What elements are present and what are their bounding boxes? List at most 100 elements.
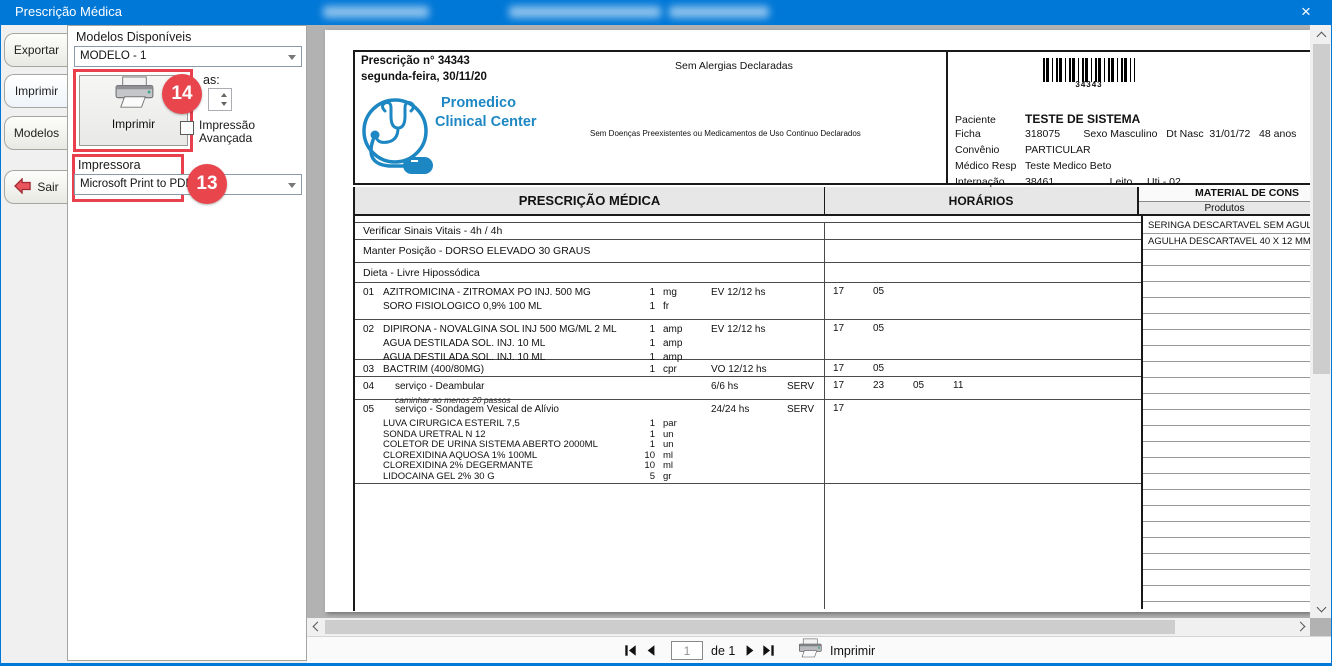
produto-row <box>1143 554 1310 570</box>
blurred-app-subtitle <box>509 6 661 18</box>
general-order-text: Dieta - Livre Hipossódica <box>363 267 480 279</box>
item-unit: fr <box>663 301 669 312</box>
item-lines: AZITROMICINA - ZITROMAX PO INJ. 500 MG1m… <box>355 287 824 315</box>
prescription-item-cell: 02DIPIRONA - NOVALGINA SOL INJ 500 MG/ML… <box>355 320 825 359</box>
sidebar-tab-label: Exportar <box>14 43 59 57</box>
header-divider <box>946 52 948 183</box>
copies-label: as: <box>203 73 220 87</box>
produto-row <box>1143 490 1310 506</box>
general-order-cell: Dieta - Livre Hipossódica <box>355 263 825 282</box>
item-frequency: EV 12/12 hs <box>711 287 765 298</box>
copies-stepper[interactable] <box>208 88 232 111</box>
col-material-header: MATERIAL DE CONS Produtos <box>1139 187 1310 214</box>
blurred-app-name <box>323 6 429 18</box>
produto-row <box>1143 410 1310 426</box>
prescription-item-cell: 05serviço - Sondagem Vesical de Alívio24… <box>355 400 825 483</box>
patient-row: ConvênioPARTICULAR <box>955 144 1296 160</box>
item-quantity: 1 <box>633 338 655 349</box>
item-quantity: 1 <box>633 429 655 440</box>
item-unit: amp <box>663 324 682 335</box>
document-header-band: Prescrição n° 34343 segunda-feira, 30/11… <box>353 50 1310 185</box>
general-order-row: Verificar Sinais Vitais - 4h / 4h <box>355 223 1141 240</box>
item-lines: serviço - Sondagem Vesical de Alívio24/2… <box>355 404 824 481</box>
printer-icon <box>797 638 823 664</box>
first-page-icon[interactable] <box>624 644 638 658</box>
prescription-item-row: 04serviço - Deambular6/6 hsSERVcaminhar … <box>355 377 1141 400</box>
produtos-header-label: Produtos <box>1139 201 1310 214</box>
general-order-row: Manter Posição - DORSO ELEVADO 30 GRAUS <box>355 240 1141 263</box>
prescription-item-row: 02DIPIRONA - NOVALGINA SOL INJ 500 MG/ML… <box>355 320 1141 360</box>
col-horarios-header: HORÁRIOS <box>825 187 1139 214</box>
vertical-scrollbar[interactable] <box>1310 25 1332 618</box>
filler-cell <box>355 484 825 609</box>
produto-row <box>1143 378 1310 394</box>
spacer-row <box>355 216 1141 223</box>
modelo-select[interactable]: MODELO - 1 <box>74 46 302 67</box>
produto-row <box>1143 362 1310 378</box>
horario-time: 23 <box>873 380 913 391</box>
next-page-icon[interactable] <box>744 644 758 658</box>
blurred-version <box>669 6 769 18</box>
item-unit: par <box>663 418 677 429</box>
preexisting-text: Sem Doenças Preexistentes ou Medicamento… <box>590 129 861 138</box>
scroll-left-icon[interactable] <box>307 618 324 635</box>
patient-row: Ficha318075 Sexo Masculino Dt Nasc 31/01… <box>955 128 1296 144</box>
item-quantity: 5 <box>633 471 655 482</box>
scroll-right-icon[interactable] <box>1293 618 1310 635</box>
produto-row <box>1143 522 1310 538</box>
horizontal-scrollbar[interactable] <box>307 618 1310 636</box>
sidebar-tab-imprimir[interactable]: Imprimir <box>4 74 68 108</box>
item-frequency: EV 12/12 hs <box>711 324 765 335</box>
toolbar-imprimir-button[interactable]: Imprimir <box>797 639 875 663</box>
item-line: DIPIRONA - NOVALGINA SOL INJ 500 MG/ML 2… <box>355 324 824 338</box>
item-description: serviço - Deambular <box>395 381 484 392</box>
page-count-label: de 1 <box>711 644 735 658</box>
sidebar-tab-sair[interactable]: Sair <box>4 170 68 204</box>
item-lines: BACTRIM (400/80MG)1cprVO 12/12 hs <box>355 364 824 378</box>
prev-page-icon[interactable] <box>644 644 658 658</box>
table-body: Verificar Sinais Vitais - 4h / 4h Manter … <box>355 216 1310 609</box>
impressao-avancada-checkbox[interactable] <box>180 121 194 135</box>
general-order-row: Dieta - Livre Hipossódica <box>355 263 1141 283</box>
stepper-arrows-icon[interactable] <box>218 90 230 109</box>
item-description: SORO FISIOLOGICO 0,9% 100 ML <box>383 301 542 312</box>
document-page: Prescrição n° 34343 segunda-feira, 30/11… <box>325 30 1310 612</box>
horarios-cell: 1705 <box>825 320 1141 359</box>
scroll-up-icon[interactable] <box>1313 26 1330 43</box>
sidebar-tab-exportar[interactable]: Exportar <box>4 33 68 67</box>
produto-row <box>1143 426 1310 442</box>
item-description: LIDOCAINA GEL 2% 30 G <box>383 471 495 482</box>
item-line: SORO FISIOLOGICO 0,9% 100 ML1fr <box>355 301 824 315</box>
produto-row <box>1143 282 1310 298</box>
allergies-text: Sem Alergias Declaradas <box>675 60 793 72</box>
horizontal-scroll-thumb[interactable] <box>325 620 1175 634</box>
item-frequency: VO 12/12 hs <box>711 364 767 375</box>
produto-row <box>1143 346 1310 362</box>
item-line: serviço - Sondagem Vesical de Alívio24/2… <box>355 404 824 418</box>
print-options-panel: Modelos Disponíveis MODELO - 1 Imprimir … <box>67 25 307 661</box>
prescription-item-row: 01AZITROMICINA - ZITROMAX PO INJ. 500 MG… <box>355 283 1141 320</box>
barcode <box>1043 58 1135 82</box>
item-subline: CLOREXIDINA 2% DEGERMANTE10ml <box>355 460 824 471</box>
item-line: BACTRIM (400/80MG)1cprVO 12/12 hs <box>355 364 824 378</box>
horario-time: 05 <box>873 323 913 334</box>
item-description: COLETOR DE URINA SISTEMA ABERTO 2000ML <box>383 439 598 450</box>
filler-row <box>355 484 1141 609</box>
table-header: PRESCRIÇÃO MÉDICA HORÁRIOS MATERIAL DE C… <box>355 187 1310 216</box>
vertical-scroll-thumb[interactable] <box>1313 44 1330 374</box>
general-order-text: Manter Posição - DORSO ELEVADO 30 GRAUS <box>363 245 590 257</box>
item-description: DIPIRONA - NOVALGINA SOL INJ 500 MG/ML 2… <box>383 324 617 335</box>
page-number-input[interactable] <box>671 641 703 660</box>
close-icon[interactable]: × <box>1289 0 1323 25</box>
last-page-icon[interactable] <box>762 644 776 658</box>
item-description: serviço - Sondagem Vesical de Alívio <box>395 404 559 415</box>
impressora-label: Impressora <box>78 158 141 172</box>
item-line: serviço - Deambular6/6 hsSERV <box>355 381 824 395</box>
item-quantity: 10 <box>633 460 655 471</box>
sidebar-tab-modelos[interactable]: Modelos <box>4 116 68 150</box>
preview-toolbar: de 1 Imprimir Ia <box>307 636 1332 663</box>
checkbox-label-line2: Avançada <box>199 131 252 145</box>
modelo-selected-value: MODELO - 1 <box>80 50 146 62</box>
scroll-down-icon[interactable] <box>1313 600 1330 617</box>
item-unit: un <box>663 439 674 450</box>
